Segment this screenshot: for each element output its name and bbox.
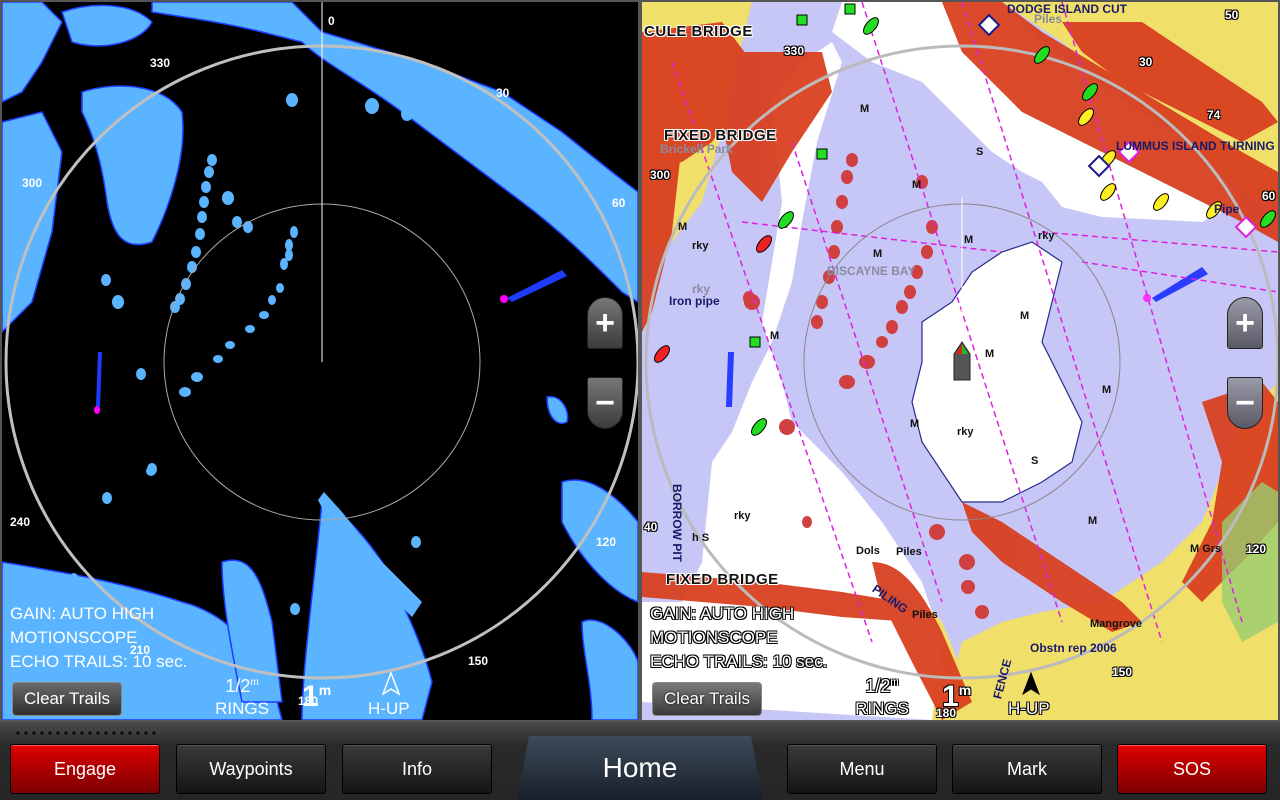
map-label-lummus-island-turning: LUMMUS ISLAND TURNING [1116,139,1275,153]
map-label-m: M [985,348,995,360]
map-label-m: M [1088,515,1098,527]
echo-trails-status: ECHO TRAILS: 10 sec. [650,652,828,671]
gain-status: GAIN: AUTO HIGH [650,604,795,623]
range-value[interactable]: 1m [942,680,971,714]
map-label-borrow-pit: BORROW PIT [670,484,684,562]
bearing-label: 30 [496,86,510,100]
map-label-m: M [910,418,920,430]
orientation-label[interactable]: H-UP [368,699,410,719]
map-label-hs: h S [692,532,710,544]
echo-trails-status: ECHO TRAILS: 10 sec. [10,652,188,671]
map-label-piles: Piles [912,609,938,621]
bearing-label: 120 [596,535,617,549]
map-label-biscayne-bay: BISCAYNE BAY [827,264,916,278]
home-label: Home [602,752,678,783]
map-label-rky: rky [957,426,974,438]
motionscope-status: MOTIONSCOPE [10,628,138,647]
range-value[interactable]: 1m [302,680,331,714]
map-label-m: M [1102,384,1112,396]
map-label-m: M [1020,310,1030,322]
map-label-brickell-park: Brickell Park [660,142,733,156]
map-label-rky: rky [1038,230,1055,242]
map-label-m: M [860,103,870,115]
map-label-m-grs: M Grs [1190,543,1222,555]
map-label-m: M [964,234,974,246]
target-trail-1 [507,270,567,302]
map-label-iron-pipe: Iron pipe [669,294,720,308]
orientation-label[interactable]: H-UP [1008,699,1050,719]
info-button[interactable]: Info [342,744,492,794]
bearing-label: 0 [328,14,335,28]
map-label-m: M [678,221,688,233]
motionscope-status: MOTIONSCOPE [650,628,778,647]
bearing-label: 30 [1139,55,1153,69]
zoom-in-button[interactable]: + [587,297,623,349]
bearing-label: 150 [468,654,489,668]
clear-trails-button[interactable]: Clear Trails [12,682,122,716]
bearing-label: 240 [10,515,31,529]
radar-status: GAIN: AUTO HIGH MOTIONSCOPE ECHO TRAILS:… [10,602,187,674]
menu-button[interactable]: Menu [787,744,937,794]
clear-trails-button[interactable]: Clear Trails [652,682,762,716]
bearing-label: 330 [784,44,805,58]
gain-status: GAIN: AUTO HIGH [10,604,155,623]
map-label-dols: Dols [856,545,880,557]
zoom-out-button[interactable]: − [1227,377,1263,429]
chart-radar-overlay-pane[interactable]: 330 300 30 60 120 150 180 40 50 74 CULE … [640,0,1280,722]
target-trail-2 [96,352,102,407]
mark-button[interactable]: Mark [952,744,1102,794]
engage-button[interactable]: Engage [10,744,160,794]
map-label-pipe: Pipe [1214,202,1240,216]
map-label-fixed-bridge-2: FIXED BRIDGE [666,571,779,588]
bearing-label: 330 [150,56,171,70]
rings-label: RINGS [215,699,269,718]
minus-icon: − [595,384,615,422]
rings-label: RINGS [855,699,909,718]
depth-label: 74 [1207,108,1221,122]
map-label-mangrove: Mangrove [1090,618,1142,630]
chart-radar-status: GAIN: AUTO HIGH MOTIONSCOPE ECHO TRAILS:… [650,602,827,674]
bearing-label: 120 [1246,542,1267,556]
map-label-m: M [770,330,780,342]
bearing-label: 300 [650,168,671,182]
bearing-label: 150 [1112,665,1133,679]
map-label-rky: rky [692,240,709,252]
map-label-m: M [873,248,883,260]
map-label-s: S [1031,455,1039,467]
bearing-label: 60 [1262,189,1276,203]
map-label-piles: Piles [896,546,922,558]
plus-icon: + [595,304,615,342]
map-label-s: S [976,146,984,158]
bottom-softkey-bar: Engage Waypoints Info Home Menu Mark SOS [0,722,1280,800]
target-marker-2 [94,406,100,414]
zoom-out-button[interactable]: − [587,377,623,429]
north-arrow-icon [382,672,400,696]
map-label-dodge-island-cut: DODGE ISLAND CUT [1007,2,1127,16]
map-label-cule-bridge: CULE BRIDGE [644,23,753,40]
rings-value: 1/2m [865,676,899,696]
map-label-rky: rky [734,510,751,522]
north-arrow-icon [1022,672,1040,696]
map-label-m: M [912,179,922,191]
drag-grip-icon[interactable] [14,730,158,736]
zoom-in-button[interactable]: + [1227,297,1263,349]
rings-value: 1/2m [225,676,259,696]
bearing-label: 60 [612,196,626,210]
home-button[interactable]: Home [517,736,763,800]
depth-label: 50 [1225,8,1239,22]
map-label-piles: Piles [1034,12,1063,26]
bearing-label: 300 [22,176,43,190]
target-marker-1 [500,295,508,303]
minus-icon: − [1235,384,1255,422]
sos-button[interactable]: SOS [1117,744,1267,794]
radar-pane[interactable]: 0 30 60 120 150 180 210 240 300 330 + − … [0,0,640,722]
plus-icon: + [1235,304,1255,342]
waypoints-button[interactable]: Waypoints [176,744,326,794]
map-label-obstn: Obstn rep 2006 [1030,641,1117,655]
map-label-rky: rky [692,282,711,296]
depth-label: 40 [644,520,658,534]
